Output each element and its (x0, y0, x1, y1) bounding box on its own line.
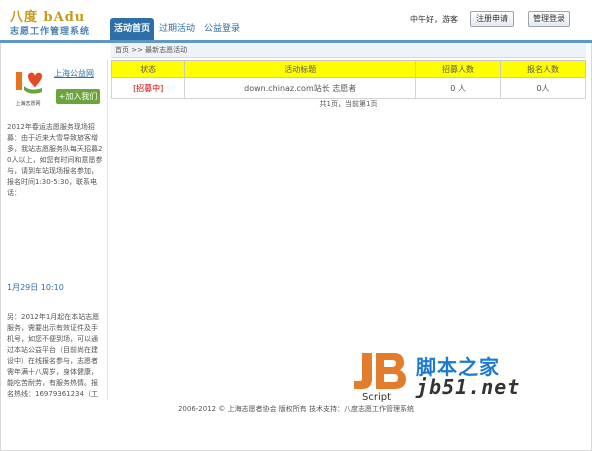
breadcrumb: 首页 >> 最新志愿活动 (111, 43, 586, 58)
activity-table: 状态 活动标题 招募人数 报名人数 [招募中] down.chinaz.com站… (110, 60, 586, 99)
table-header-row: 状态 活动标题 招募人数 报名人数 (110, 60, 586, 78)
volunteer-logo[interactable]: 上海志愿网 (8, 68, 48, 108)
watermark: Script 脚本之家 jb51.net (350, 345, 550, 405)
recruit-count: 0 人 (415, 77, 502, 99)
main-nav: 活动首页 过期活动 公益登录 (110, 10, 245, 40)
status-badge: [招募中] (133, 83, 164, 93)
activity-title-link[interactable]: down.chinaz.com站长 志愿者 (184, 77, 417, 99)
logo-subtitle: 志愿工作管理系统 (10, 27, 91, 37)
logo-title[interactable]: 八度 bAdu (10, 6, 85, 25)
register-button[interactable]: 注册申请 (470, 11, 514, 27)
welfare-site-link[interactable]: 上海公益网 (54, 68, 94, 79)
sidebar: 上海志愿网 上海公益网 +加入我们 2012年春运志愿服务现场招募：由于近来大雪… (4, 60, 105, 400)
table-row[interactable]: [招募中] down.chinaz.com站长 志愿者 0 人 0人 (110, 77, 586, 99)
col-title: 活动标题 (184, 60, 417, 78)
col-recruit: 招募人数 (415, 60, 502, 78)
notice-text-1: 2012年春运志愿服务现场招募：由于近来大雪导致旅客增多，我站志愿服务队每天招募… (7, 123, 103, 197)
tab-expired-activities[interactable]: 过期活动 (155, 18, 199, 40)
join-us-button[interactable]: +加入我们 (56, 89, 100, 104)
tab-activity-home[interactable]: 活动首页 (110, 18, 155, 40)
joined-count: 0人 (500, 77, 586, 99)
col-joined: 报名人数 (500, 60, 586, 78)
notice-text-2: 另：2012年1月起在本站志愿服务，需要出示有效证件及手机号，如您不便到场，可以… (7, 313, 100, 398)
user-greeting: 中午好，游客 (410, 15, 458, 24)
watermark-en: jb51.net (416, 375, 521, 399)
col-status: 状态 (110, 60, 186, 78)
header: 八度 bAdu 志愿工作管理系统 活动首页 过期活动 公益登录 中午好，游客 注… (0, 0, 592, 43)
admin-login-button[interactable]: 管理登录 (528, 11, 570, 27)
status-cell: [招募中] (110, 77, 186, 99)
tab-welfare-login[interactable]: 公益登录 (200, 18, 244, 40)
footer-copyright: 2006-2012 © 上海志愿者协会 版权所有 技术支持：八度志愿工作管理系统 (177, 405, 415, 413)
heart-hand-icon (8, 68, 48, 96)
notice-date-link[interactable]: 1月29日 10:10 (7, 282, 64, 293)
logo-caption: 上海志愿网 (15, 101, 41, 107)
watermark-script: Script (362, 392, 392, 403)
pagination-text: 共1页，当前第1页 (319, 100, 378, 108)
sidebar-divider (107, 60, 108, 400)
